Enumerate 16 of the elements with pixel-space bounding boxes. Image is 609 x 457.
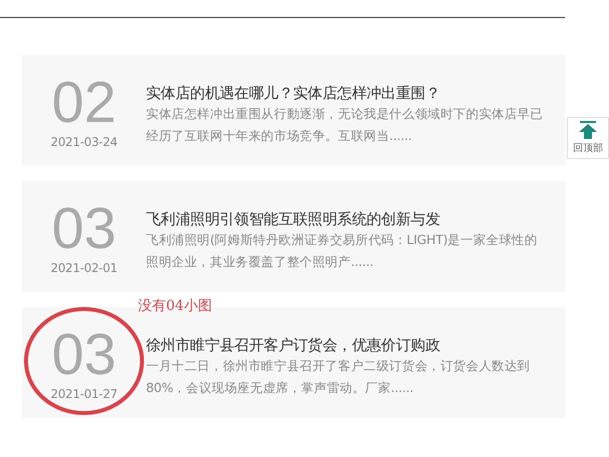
article-number: 03 — [52, 201, 116, 257]
article-summary: 一月十二日，徐州市睢宁县召开了客户二级订货会，订货会人数达到80%，会议现场座无虚席，掌声雷动。厂家...... — [146, 357, 532, 397]
article-card[interactable]: 02 2021-03-24 实体店的机遇在哪儿？实体店怎样冲出重围？ 实体店怎样冲出重围从行動逐渐，无论我是什么领域时下的实体店早已经历了互联网十年来的市场竞争。互联网当...... — [22, 55, 565, 166]
article-date: 2021-01-27 — [50, 387, 118, 401]
article-summary: 飞利浦照明(阿姆斯特丹欧洲证券交易所代码：LIGHT)是一家全球性的照明企业，其业务覆盖了整个照明产...... — [146, 231, 538, 271]
article-number: 02 — [52, 75, 116, 131]
article-date: 2021-03-24 — [50, 135, 118, 149]
article-title[interactable]: 徐州市睢宁县召开客户订货会，优惠价订购政 — [146, 335, 549, 355]
article-title[interactable]: 实体店的机遇在哪儿？实体店怎样冲出重围？ — [146, 83, 549, 103]
back-to-top-button[interactable]: 回顶部 — [567, 117, 609, 159]
article-card[interactable]: 03 2021-02-01 飞利浦照明引领智能互联照明系统的创新与发 飞利浦照明(阿姆斯特丹欧洲证券交易所代码：LIGHT)是一家全球性的照明企业，其业务覆盖了整个照明产...... — [22, 181, 565, 292]
article-date: 2021-02-01 — [50, 261, 118, 275]
article-title[interactable]: 飞利浦照明引领智能互联照明系统的创新与发 — [146, 209, 549, 229]
up-arrow-icon — [578, 121, 598, 139]
article-summary: 实体店怎样冲出重围从行動逐渐，无论我是什么领域时下的实体店早已经历了互联网十年来的市场竞争。互联网当...... — [146, 105, 544, 145]
article-number: 03 — [52, 327, 116, 383]
